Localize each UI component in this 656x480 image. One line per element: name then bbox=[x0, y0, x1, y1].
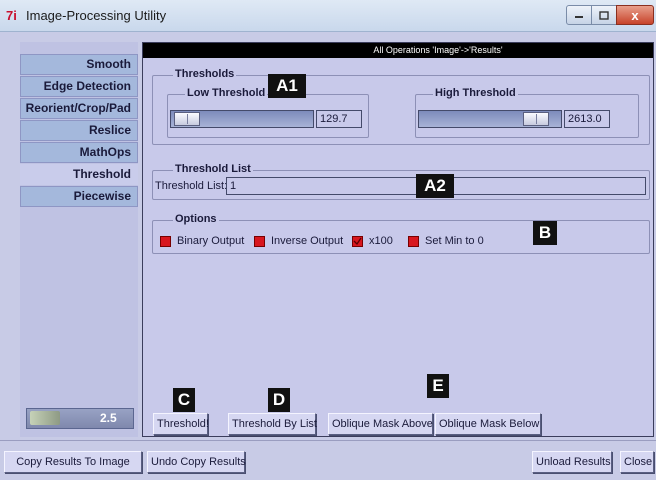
low-threshold-slider[interactable] bbox=[170, 110, 314, 128]
minimize-button[interactable] bbox=[566, 5, 592, 25]
low-threshold-slider-thumb[interactable] bbox=[174, 112, 200, 126]
annotation-marker-b: B bbox=[533, 221, 557, 245]
close-icon: x bbox=[631, 7, 639, 23]
sidebar-item-mathops[interactable]: MathOps bbox=[20, 142, 138, 163]
oblique-mask-above-button[interactable]: Oblique Mask Above bbox=[328, 413, 433, 435]
x100-checkbox[interactable] bbox=[352, 236, 363, 247]
title-bar: 7i Image-Processing Utility x bbox=[0, 0, 656, 32]
low-threshold-label: Low Threshold bbox=[185, 87, 268, 99]
x100-label: x100 bbox=[369, 235, 393, 247]
unload-results-button[interactable]: Unload Results bbox=[532, 451, 612, 473]
maximize-icon bbox=[599, 10, 609, 20]
options-title: Options bbox=[173, 213, 219, 225]
set-min-to-zero-label: Set Min to 0 bbox=[425, 235, 484, 247]
undo-copy-button[interactable]: Undo Copy Results bbox=[147, 451, 246, 473]
sidebar-item-reorient-crop-pad[interactable]: Reorient/Crop/Pad bbox=[20, 98, 138, 119]
zoom-slider-icon bbox=[30, 411, 60, 425]
threshold-by-list-button[interactable]: Threshold By List bbox=[228, 413, 317, 435]
app-logo-icon: 7i bbox=[6, 8, 17, 23]
checkmark-icon bbox=[353, 237, 362, 246]
minimize-icon bbox=[575, 16, 583, 18]
threshold-list-title: Threshold List bbox=[173, 163, 253, 175]
high-threshold-slider-thumb[interactable] bbox=[523, 112, 549, 126]
operations-header: All Operations 'Image'->'Results' bbox=[143, 43, 653, 58]
sidebar-item-reslice[interactable]: Reslice bbox=[20, 120, 138, 141]
window-title: Image-Processing Utility bbox=[26, 8, 167, 23]
annotation-marker-d: D bbox=[268, 388, 290, 412]
threshold-button[interactable]: Threshold! bbox=[153, 413, 209, 435]
sidebar-item-edge-detection[interactable]: Edge Detection bbox=[20, 76, 138, 97]
oblique-mask-below-button[interactable]: Oblique Mask Below bbox=[435, 413, 541, 435]
thresholds-title: Thresholds bbox=[173, 68, 237, 80]
annotation-marker-a1: A1 bbox=[268, 74, 306, 98]
annotation-marker-c: C bbox=[173, 388, 195, 412]
threshold-list-label: Threshold List: bbox=[155, 180, 228, 192]
maximize-button[interactable] bbox=[591, 5, 617, 25]
binary-output-checkbox[interactable] bbox=[160, 236, 171, 247]
high-threshold-value[interactable]: 2613.0 bbox=[564, 110, 610, 128]
sidebar-item-threshold[interactable]: Threshold bbox=[20, 164, 138, 185]
annotation-marker-e: E bbox=[427, 374, 449, 398]
zoom-value: 2.5 bbox=[100, 411, 117, 425]
close-button[interactable]: Close bbox=[620, 451, 654, 473]
high-threshold-slider[interactable] bbox=[418, 110, 562, 128]
low-threshold-value[interactable]: 129.7 bbox=[316, 110, 362, 128]
inverse-output-checkbox[interactable] bbox=[254, 236, 265, 247]
set-min-to-zero-checkbox[interactable] bbox=[408, 236, 419, 247]
operations-sidebar: Smooth Edge Detection Reorient/Crop/Pad … bbox=[20, 42, 138, 437]
copy-results-button[interactable]: Copy Results To Image bbox=[4, 451, 142, 473]
close-window-button[interactable]: x bbox=[616, 5, 654, 25]
binary-output-label: Binary Output bbox=[177, 235, 245, 247]
sidebar-item-smooth[interactable]: Smooth bbox=[20, 54, 138, 75]
sidebar-item-piecewise[interactable]: Piecewise bbox=[20, 186, 138, 207]
inverse-output-label: Inverse Output bbox=[271, 235, 344, 247]
high-threshold-label: High Threshold bbox=[433, 87, 518, 99]
annotation-marker-a2: A2 bbox=[416, 174, 454, 198]
